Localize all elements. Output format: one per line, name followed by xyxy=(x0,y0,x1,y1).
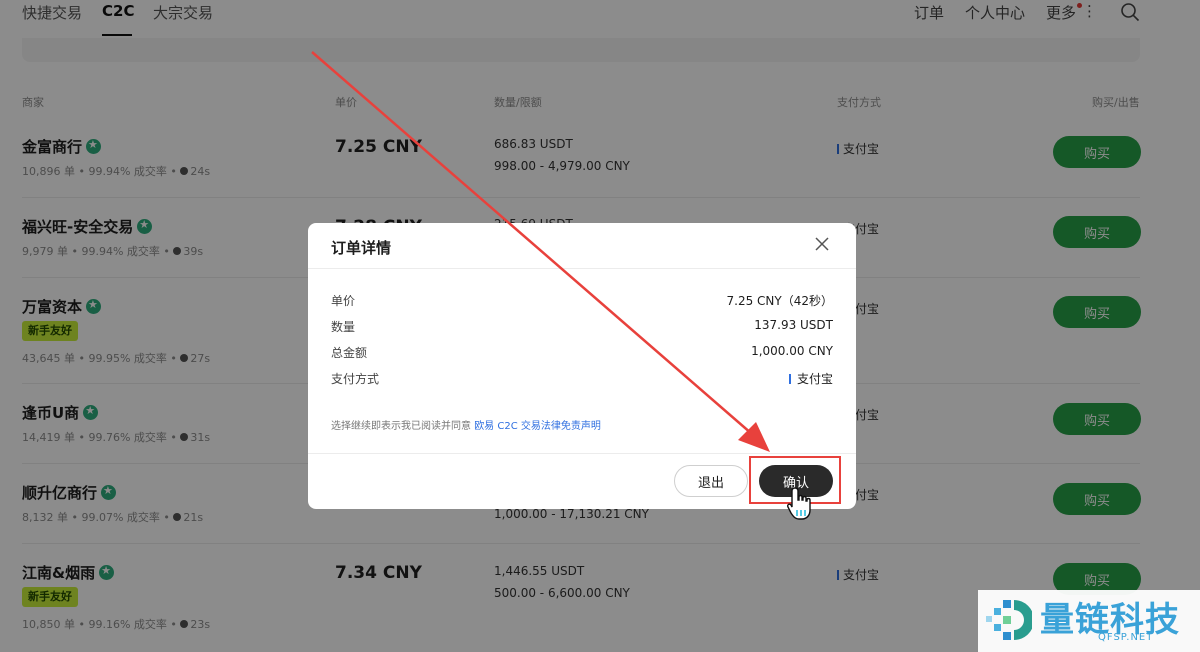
close-icon[interactable] xyxy=(815,237,829,251)
agreement-text: 选择继续即表示我已阅读并同意 欧易 C2C 交易法律免责声明 xyxy=(331,421,601,432)
detail-label-qty: 数量 xyxy=(331,320,356,334)
detail-label-payment: 支付方式 xyxy=(331,372,380,386)
watermark: 量链科技 QFSP.NET xyxy=(978,590,1200,652)
detail-value-payment: 支付宝 xyxy=(788,370,833,387)
detail-label-price: 单价 xyxy=(331,294,356,308)
brand-logo-icon xyxy=(986,600,1032,640)
hand-cursor-icon xyxy=(787,487,811,520)
detail-label-total: 总金额 xyxy=(331,346,368,360)
modal-footer-divider xyxy=(308,453,856,454)
modal-title: 订单详情 xyxy=(331,239,392,257)
modal-divider xyxy=(308,268,856,269)
disclaimer-link[interactable]: 欧易 C2C 交易法律免责声明 xyxy=(474,421,601,432)
detail-value-total: 1,000.00 CNY xyxy=(751,344,833,358)
alipay-icon xyxy=(788,374,791,384)
detail-value-price: 7.25 CNY（42秒） xyxy=(726,294,834,308)
detail-value-qty: 137.93 USDT xyxy=(754,318,833,332)
watermark-sub: QFSP.NET xyxy=(1098,632,1154,643)
exit-button[interactable]: 退出 xyxy=(674,465,748,497)
